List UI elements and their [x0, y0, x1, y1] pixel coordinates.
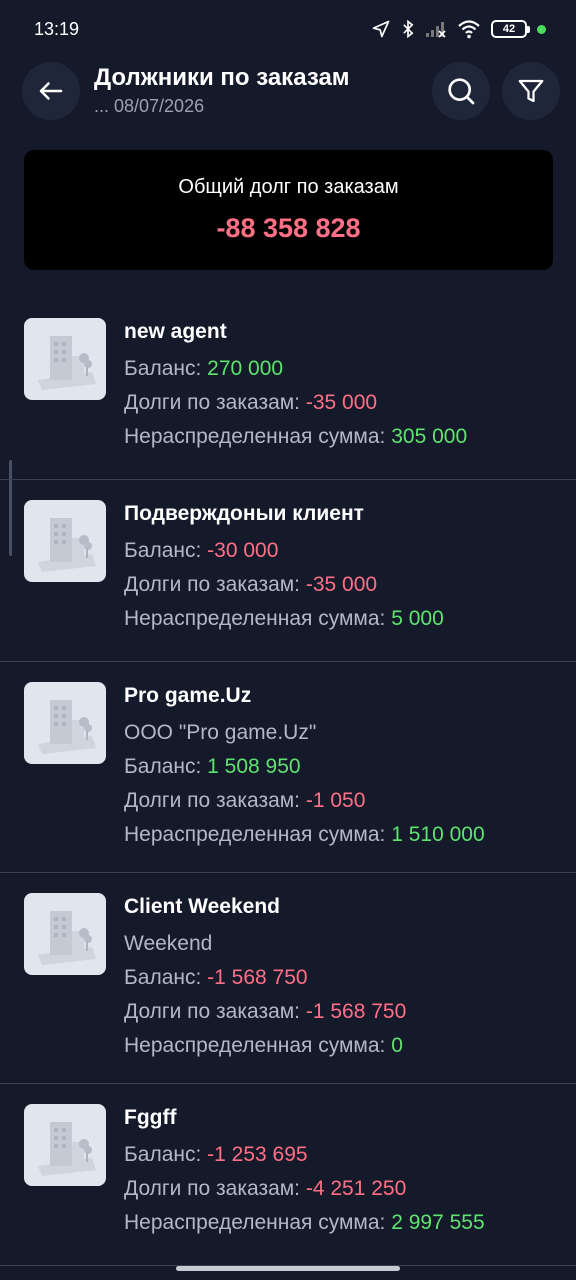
debt-label: Долги по заказам: — [124, 1177, 306, 1200]
filter-icon — [518, 79, 544, 103]
debt-line: Долги по заказам: -1 568 750 — [124, 995, 576, 1029]
cellular-signal-icon — [426, 22, 446, 38]
home-indicator[interactable] — [176, 1266, 400, 1271]
balance-line: Баланс: 1 508 950 — [124, 750, 576, 784]
balance-value: 270 000 — [207, 357, 284, 380]
building-icon — [38, 518, 96, 572]
unallocated-line: Нераспределенная сумма: 2 997 555 — [124, 1206, 576, 1240]
status-bar: 13:19 42 — [0, 0, 576, 58]
debt-value: -1 568 750 — [305, 1000, 407, 1023]
filter-button[interactable] — [502, 62, 560, 120]
client-name: Fggff — [124, 1106, 177, 1129]
debt-label: Долги по заказам: — [124, 573, 306, 596]
balance-label: Баланс: — [124, 966, 208, 989]
building-icon — [38, 1122, 96, 1176]
battery-level: 42 — [502, 23, 516, 35]
client-name: new agent — [124, 320, 227, 343]
unallocated-label: Нераспределенная сумма: — [124, 1034, 392, 1057]
unallocated-line: Нераспределенная сумма: 305 000 — [124, 420, 576, 454]
privacy-indicator-dot — [537, 24, 546, 34]
unallocated-value: 1 510 000 — [391, 823, 485, 846]
wifi-icon — [458, 20, 480, 39]
balance-line: Баланс: -1 253 695 — [124, 1138, 576, 1172]
unallocated-value: 5 000 — [391, 607, 444, 630]
debtor-row[interactable]: Подверждоныи клиент Баланс: -30 000 Долг… — [0, 480, 576, 662]
unallocated-label: Нераспределенная сумма: — [124, 425, 392, 448]
app-bar: Должники по заказам ... 08/07/2026 — [0, 60, 576, 122]
unallocated-label: Нераспределенная сумма: — [124, 1211, 392, 1234]
debt-value: -1 050 — [305, 789, 366, 812]
debt-line: Долги по заказам: -1 050 — [124, 784, 576, 818]
company-avatar — [24, 893, 106, 975]
unallocated-label: Нераспределенная сумма: — [124, 823, 392, 846]
debt-line: Долги по заказам: -35 000 — [124, 386, 576, 420]
balance-label: Баланс: — [124, 539, 208, 562]
battery-icon: 42 — [491, 20, 530, 38]
search-button[interactable] — [432, 62, 490, 120]
debt-line: Долги по заказам: -35 000 — [124, 568, 576, 602]
debt-value: -35 000 — [305, 573, 378, 596]
balance-value: -1 568 750 — [207, 966, 308, 989]
status-icons: 42 — [371, 19, 546, 39]
unallocated-value: 305 000 — [391, 425, 468, 448]
debtor-row[interactable]: Pro game.Uz ООО "Pro game.Uz" Баланс: 1 … — [0, 662, 576, 873]
company-avatar — [24, 682, 106, 764]
client-name: Подверждоныи клиент — [124, 502, 364, 525]
company-line: ООО "Pro game.Uz" — [124, 721, 317, 744]
unallocated-line: Нераспределенная сумма: 5 000 — [124, 602, 576, 636]
page-title: Должники по заказам — [94, 64, 350, 91]
balance-label: Баланс: — [124, 755, 208, 778]
client-name: Pro game.Uz — [124, 684, 252, 707]
location-icon — [372, 20, 390, 38]
debt-label: Долги по заказам: — [124, 391, 306, 414]
status-time: 13:19 — [34, 18, 80, 39]
back-button[interactable] — [22, 62, 80, 120]
page-subtitle: ... 08/07/2026 — [94, 96, 205, 116]
unallocated-line: Нераспределенная сумма: 0 — [124, 1029, 576, 1063]
debt-value: -35 000 — [305, 391, 378, 414]
balance-value: 1 508 950 — [207, 755, 301, 778]
company-avatar — [24, 318, 106, 400]
debt-label: Долги по заказам: — [124, 1000, 306, 1023]
building-icon — [38, 911, 96, 965]
title-block: Должники по заказам ... 08/07/2026 — [94, 64, 350, 117]
balance-label: Баланс: — [124, 1143, 208, 1166]
balance-value: -30 000 — [207, 539, 279, 562]
client-name: Client Weekend — [124, 895, 280, 918]
balance-line: Баланс: -30 000 — [124, 534, 576, 568]
unallocated-value: 2 997 555 — [391, 1211, 485, 1234]
building-icon — [38, 336, 96, 390]
debt-label: Долги по заказам: — [124, 789, 306, 812]
balance-line: Баланс: 270 000 — [124, 352, 576, 386]
debt-line: Долги по заказам: -4 251 250 — [124, 1172, 576, 1206]
company-avatar — [24, 500, 106, 582]
company-avatar — [24, 1104, 106, 1186]
debtor-row[interactable]: new agent Баланс: 270 000 Долги по заказ… — [0, 298, 576, 480]
unallocated-value: 0 — [391, 1034, 403, 1057]
total-debt-label: Общий долг по заказам — [178, 176, 399, 198]
search-icon — [448, 78, 475, 105]
company-line: Weekend — [124, 932, 213, 955]
total-debt-value: -88 358 828 — [216, 213, 361, 243]
unallocated-line: Нераспределенная сумма: 1 510 000 — [124, 818, 576, 852]
debtor-list: new agent Баланс: 270 000 Долги по заказ… — [0, 298, 576, 1266]
arrow-left-icon — [39, 82, 63, 100]
total-debt-card: Общий долг по заказам -88 358 828 — [24, 150, 553, 270]
bluetooth-icon — [403, 19, 414, 39]
balance-value: -1 253 695 — [207, 1143, 308, 1166]
unallocated-label: Нераспределенная сумма: — [124, 607, 392, 630]
balance-label: Баланс: — [124, 357, 208, 380]
debt-value: -4 251 250 — [305, 1177, 407, 1200]
debtor-row[interactable]: Fggff Баланс: -1 253 695 Долги по заказа… — [0, 1084, 576, 1266]
balance-line: Баланс: -1 568 750 — [124, 961, 576, 995]
debtor-row[interactable]: Client Weekend Weekend Баланс: -1 568 75… — [0, 873, 576, 1084]
building-icon — [38, 700, 96, 754]
